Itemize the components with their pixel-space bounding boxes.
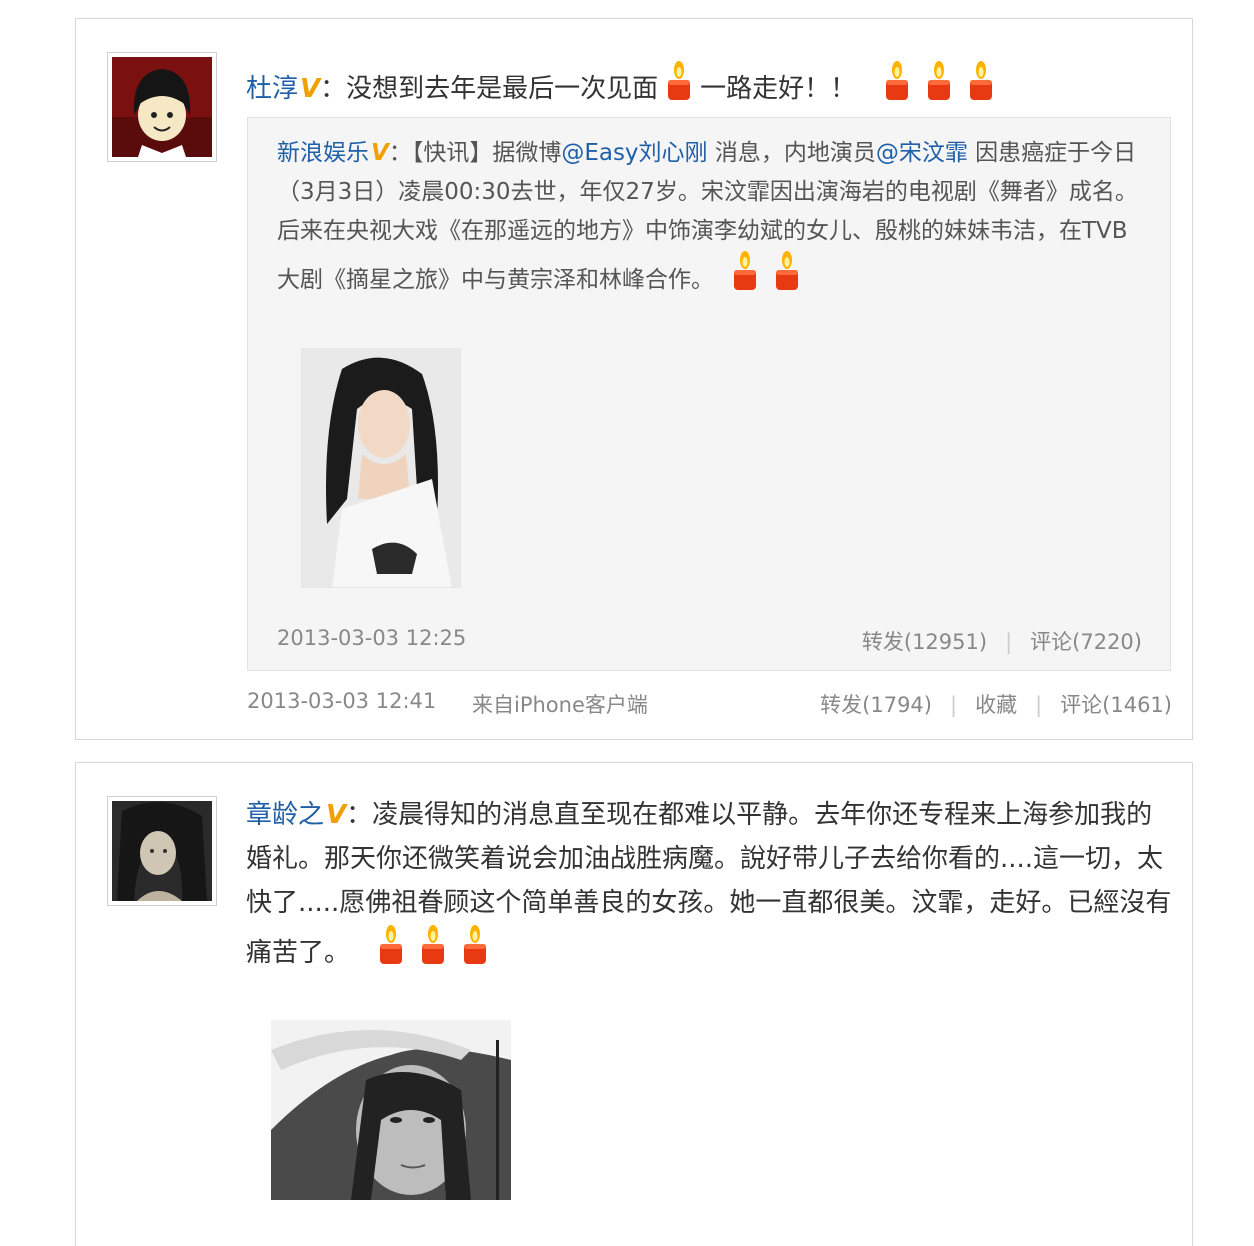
- avatar-image: [112, 57, 212, 157]
- verified-v-badge-icon: V: [371, 140, 389, 166]
- avatar[interactable]: [107, 52, 217, 162]
- quoted-repost-link[interactable]: 转发(12951): [862, 630, 987, 654]
- candle-icon: [770, 251, 804, 306]
- candle-icon: [458, 925, 492, 981]
- post-actions: 转发(1794) | 收藏 | 评论(1461): [820, 689, 1172, 719]
- quoted-photo-thumbnail[interactable]: [301, 348, 461, 588]
- candle-icon: [922, 61, 956, 117]
- post-content: 章龄之V：凌晨得知的消息直至现在都难以平静。去年你还专程来上海参加我的婚礼。那天…: [246, 793, 1176, 981]
- weibo-post-1: 杜淳V：没想到去年是最后一次见面 一路走好！！ 新浪娱乐V：【快讯】据微博@Eas…: [75, 18, 1193, 740]
- candle-icon: [964, 61, 998, 117]
- quoted-actions: 转发(12951) | 评论(7220): [862, 626, 1142, 656]
- username-link[interactable]: 章龄之: [246, 800, 324, 830]
- quoted-comment-link[interactable]: 评论(7220): [1030, 630, 1142, 654]
- post-content: 杜淳V：没想到去年是最后一次见面 一路走好！！: [246, 61, 1156, 117]
- favorite-button[interactable]: 收藏: [975, 693, 1017, 717]
- repost-button[interactable]: 转发(1794): [820, 693, 932, 717]
- avatar-image: [112, 801, 212, 901]
- post-text-continued: 一路走好！！: [700, 74, 857, 104]
- weibo-post-2: 章龄之V：凌晨得知的消息直至现在都难以平静。去年你还专程来上海参加我的婚礼。那天…: [75, 762, 1193, 1246]
- avatar[interactable]: [107, 796, 217, 906]
- candle-icon: [880, 61, 914, 117]
- username-link[interactable]: 杜淳: [246, 74, 298, 104]
- candle-icon: [728, 251, 762, 306]
- mention-link[interactable]: @Easy刘心刚: [561, 140, 707, 166]
- divider: |: [1005, 630, 1013, 654]
- post-source: 来自iPhone客户端: [472, 693, 648, 717]
- quoted-timestamp[interactable]: 2013-03-03 12:25: [277, 626, 466, 650]
- quoted-username-link[interactable]: 新浪娱乐: [277, 140, 369, 166]
- post-photo-thumbnail[interactable]: [271, 1020, 511, 1200]
- verified-v-badge-icon: V: [300, 74, 321, 104]
- post-timestamp[interactable]: 2013-03-03 12:41: [247, 689, 436, 713]
- divider: |: [950, 693, 958, 717]
- verified-v-badge-icon: V: [326, 800, 347, 830]
- comment-button[interactable]: 评论(1461): [1060, 693, 1172, 717]
- quoted-text-part2: 消息，内地演员: [707, 140, 876, 166]
- divider: |: [1035, 693, 1043, 717]
- mention-link[interactable]: @宋汶霏: [876, 140, 968, 166]
- quoted-text-part1: ：【快讯】据微博: [388, 140, 562, 166]
- reposted-weibo: 新浪娱乐V：【快讯】据微博@Easy刘心刚 消息，内地演员@宋汶霏 因患癌症于今…: [247, 117, 1171, 671]
- candle-icon: [662, 61, 696, 117]
- quoted-content: 新浪娱乐V：【快讯】据微博@Easy刘心刚 消息，内地演员@宋汶霏 因患癌症于今…: [277, 134, 1147, 306]
- candle-icon: [416, 925, 450, 981]
- post-text: ：没想到去年是最后一次见面: [320, 74, 659, 104]
- candle-icon: [374, 925, 408, 981]
